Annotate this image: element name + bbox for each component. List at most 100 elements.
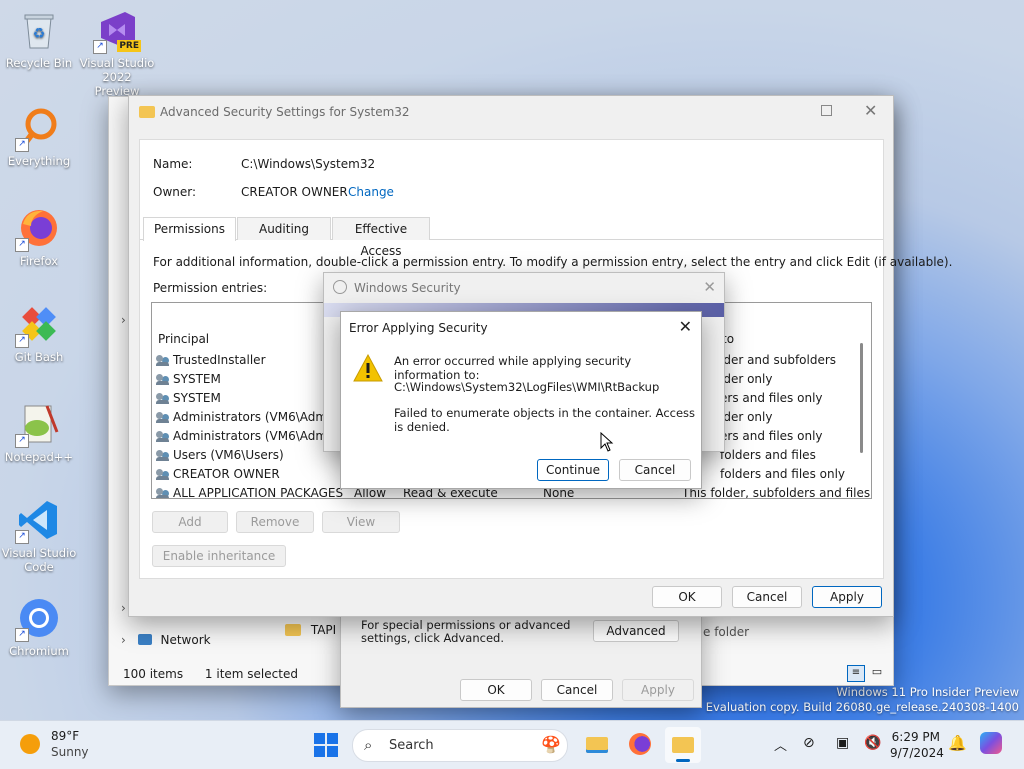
folder-type: e folder	[703, 625, 750, 639]
explorer-nav-network[interactable]: › Network	[121, 633, 211, 647]
display-icon[interactable]: ▣	[836, 735, 849, 751]
network-status-icon[interactable]: ⊘	[803, 735, 815, 751]
desktop-watermark: Windows 11 Pro Insider Preview Evaluatio…	[706, 685, 1019, 715]
maximize-icon[interactable]	[821, 105, 832, 116]
shortcut-arrow-icon: ↗	[15, 434, 29, 448]
details-view-button[interactable]: ≡	[847, 665, 865, 682]
principal-cell: TrustedInstaller	[173, 353, 266, 367]
properties-ok-button[interactable]: OK	[460, 679, 532, 701]
desktop-icon-firefox[interactable]: ↗ Firefox	[1, 206, 77, 268]
vertical-scrollbar[interactable]	[860, 343, 863, 453]
clock-date: 9/7/2024	[890, 746, 944, 760]
watermark-line-1: Windows 11 Pro Insider Preview	[836, 685, 1019, 699]
windows-security-titlebar[interactable]: Windows Security ✕	[324, 273, 724, 305]
desktop-icon-git-bash[interactable]: ↗ Git Bash	[1, 302, 77, 364]
pre-badge: PRE	[117, 40, 141, 52]
close-icon[interactable]: ✕	[679, 317, 692, 336]
warning-icon	[353, 353, 383, 385]
advanced-ok-button[interactable]: OK	[652, 586, 722, 608]
permission-row[interactable]: SYSTEM	[156, 370, 221, 389]
applies-cell: lder only	[720, 410, 773, 424]
advanced-titlebar[interactable]: Advanced Security Settings for System32 …	[129, 96, 893, 128]
permission-row[interactable]: Administrators (VM6\Admin	[156, 427, 338, 446]
add-button[interactable]: Add	[152, 511, 228, 533]
error-path: C:\Windows\System32\LogFiles\WMI\RtBacku…	[394, 380, 660, 394]
desktop-icon-notepadpp[interactable]: ↗ Notepad++	[1, 402, 77, 464]
owner-change-link[interactable]: Change	[348, 185, 394, 199]
continue-button[interactable]: Continue	[537, 459, 609, 481]
notification-bell-icon[interactable]: 🔔	[948, 734, 967, 752]
explorer-chevron-1[interactable]: ›	[121, 313, 126, 327]
advanced-cancel-button[interactable]: Cancel	[732, 586, 802, 608]
name-value: C:\Windows\System32	[241, 157, 376, 171]
properties-apply-button[interactable]: Apply	[622, 679, 694, 701]
taskbar-app-firefox[interactable]	[627, 731, 653, 757]
applies-cell: This folder, subfolders and files	[682, 486, 871, 499]
status-bar: 100 items 1 item selected	[123, 667, 298, 681]
tab-permissions[interactable]: Permissions	[143, 217, 236, 241]
close-icon[interactable]: ✕	[864, 101, 877, 120]
error-cancel-button[interactable]: Cancel	[619, 459, 691, 481]
desktop-icon-vscode[interactable]: ↗ Visual Studio Code	[1, 498, 77, 574]
chromium-icon: ↗	[15, 596, 61, 642]
error-applying-security-dialog: Error Applying Security ✕ An error occur…	[340, 311, 702, 489]
tiles-view-button[interactable]: ▭	[869, 665, 885, 680]
permission-row[interactable]: SYSTEM	[156, 389, 221, 408]
enable-inheritance-button[interactable]: Enable inheritance	[152, 545, 286, 567]
column-header-principal[interactable]: Principal	[158, 332, 209, 346]
desktop-icon-everything[interactable]: ↗ Everything	[1, 106, 77, 168]
close-icon[interactable]: ✕	[703, 278, 716, 296]
permission-row[interactable]: CREATOR OWNER	[156, 465, 280, 484]
error-title: Error Applying Security	[349, 321, 488, 335]
search-icon: ⌕	[364, 736, 373, 754]
shortcut-arrow-icon: ↗	[15, 238, 29, 252]
view-button[interactable]: View	[322, 511, 400, 533]
start-button[interactable]	[314, 733, 338, 760]
taskbar-app-file-explorer-active[interactable]	[665, 727, 701, 763]
clock[interactable]: 6:29 PM 9/7/2024	[890, 729, 944, 761]
status-selected: 1 item selected	[204, 667, 298, 681]
explorer-chevron-2[interactable]: ›	[121, 601, 126, 615]
volume-icon[interactable]: 🔇	[864, 735, 881, 751]
visual-studio-icon: PRE ↗	[93, 8, 141, 54]
desktop-icon-label: Chromium	[9, 644, 69, 658]
user-group-icon	[156, 449, 170, 461]
error-titlebar[interactable]: Error Applying Security ✕	[341, 312, 701, 342]
desktop-icon-visual-studio-preview[interactable]: PRE ↗ Visual Studio 2022 Preview	[79, 8, 155, 98]
desktop-icon-chromium[interactable]: ↗ Chromium	[1, 596, 77, 658]
user-group-icon	[156, 373, 170, 385]
tab-effective-access[interactable]: Effective Access	[332, 217, 430, 258]
search-placeholder: Search	[389, 738, 434, 753]
copilot-icon[interactable]	[980, 732, 1002, 754]
folder-item-tapi[interactable]: TAPI	[285, 623, 336, 637]
error-message-line-1: An error occurred while applying securit…	[394, 354, 632, 382]
remove-button[interactable]: Remove	[236, 511, 314, 533]
user-group-icon	[156, 468, 170, 480]
tab-auditing[interactable]: Auditing	[237, 217, 331, 240]
properties-cancel-button[interactable]: Cancel	[541, 679, 613, 701]
taskbar-app-explorer-pinned[interactable]	[584, 731, 610, 757]
permission-row[interactable]: TrustedInstaller	[156, 351, 266, 370]
applies-cell: folders and files	[720, 448, 816, 462]
notepadpp-icon: ↗	[15, 402, 61, 448]
clock-time: 6:29 PM	[891, 730, 940, 744]
firefox-icon: ↗	[15, 206, 61, 252]
desktop-icon-label: Notepad++	[4, 450, 74, 464]
applies-cell: folders and files only	[720, 467, 846, 481]
advanced-button[interactable]: Advanced	[593, 620, 679, 642]
tray-overflow-chevron-icon[interactable]: ︿	[774, 735, 787, 754]
user-group-icon	[156, 411, 170, 423]
search-highlight-icon: 🍄	[541, 735, 561, 754]
owner-label: Owner:	[153, 185, 197, 199]
permission-row[interactable]: Administrators (VM6\Admin	[156, 408, 338, 427]
taskbar-search-box[interactable]: ⌕ Search 🍄	[352, 729, 568, 762]
desktop-icon-label: Recycle Bin	[5, 56, 73, 70]
user-group-icon	[156, 354, 170, 366]
status-item-count: 100 items	[123, 667, 184, 681]
owner-value: CREATOR OWNER	[241, 185, 348, 199]
principal-cell: Administrators (VM6\Admin	[173, 429, 339, 443]
desktop-icon-label: Firefox	[19, 254, 59, 268]
desktop-icon-recycle-bin[interactable]: ♻ Recycle Bin	[1, 8, 77, 70]
permission-row[interactable]: Users (VM6\Users)	[156, 446, 284, 465]
advanced-apply-button[interactable]: Apply	[812, 586, 882, 608]
